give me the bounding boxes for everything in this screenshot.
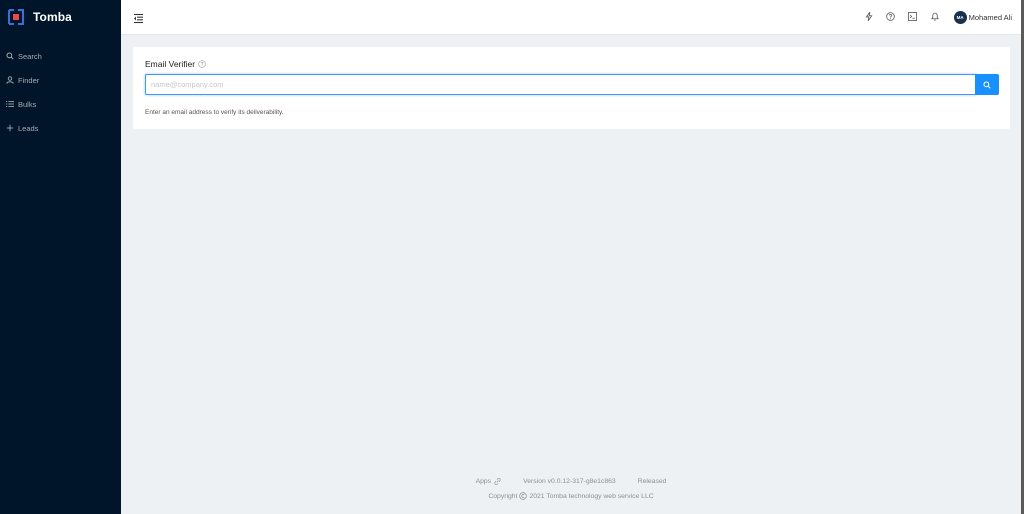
sidebar: Tomba Search Finder Bulks Leads <box>0 0 121 514</box>
search-icon <box>983 77 991 92</box>
header-icons <box>864 12 939 21</box>
verify-search-button[interactable] <box>975 74 999 95</box>
avatar: MA <box>953 11 967 24</box>
sidebar-item-search[interactable]: Search <box>0 44 121 68</box>
copyright: Copyright 2021 Tomba technology web serv… <box>121 492 1021 500</box>
menu-fold-icon[interactable] <box>133 11 144 24</box>
email-verifier-card: Email Verifier Enter an email address to… <box>133 47 1010 129</box>
top-header: MA Mohamed Ali <box>121 0 1021 35</box>
bell-icon[interactable] <box>930 12 939 21</box>
link-icon <box>494 478 501 485</box>
app-name: Tomba <box>33 10 72 24</box>
sidebar-menu: Search Finder Bulks Leads <box>0 44 121 140</box>
logo[interactable]: Tomba <box>8 9 72 25</box>
copyright-icon <box>519 492 528 500</box>
terminal-icon[interactable] <box>908 12 917 21</box>
helper-text: Enter an email address to verify its del… <box>145 109 284 116</box>
sidebar-item-leads[interactable]: Leads <box>0 116 121 140</box>
question-circle-icon[interactable] <box>198 60 206 68</box>
user-menu[interactable]: MA Mohamed Ali <box>953 11 1012 24</box>
email-search-row <box>145 74 999 95</box>
footer-links: Apps Version v0.0.12-317-g8e1c863 Releas… <box>121 478 1021 485</box>
sidebar-item-label: Bulks <box>18 99 37 109</box>
sidebar-item-finder[interactable]: Finder <box>0 68 121 92</box>
user-name: Mohamed Ali <box>968 13 1012 22</box>
sidebar-item-label: Finder <box>18 75 40 85</box>
lightning-icon[interactable] <box>864 12 873 21</box>
version-text: Version v0.0.12-317-g8e1c863 <box>523 478 616 485</box>
copyright-text: 2021 Tomba technology web service LLC <box>529 492 654 500</box>
apps-link[interactable]: Apps <box>476 478 502 485</box>
sidebar-item-bulks[interactable]: Bulks <box>0 92 121 116</box>
tomba-logo-icon <box>8 9 24 25</box>
page-title: Email Verifier <box>145 59 196 69</box>
footer: Apps Version v0.0.12-317-g8e1c863 Releas… <box>121 478 1021 500</box>
user-icon <box>5 76 14 85</box>
sidebar-item-label: Leads <box>18 123 39 133</box>
plus-icon <box>5 124 14 133</box>
list-icon <box>5 100 14 109</box>
email-input[interactable] <box>145 74 975 95</box>
app-window: Tomba Search Finder Bulks Leads MA Moham… <box>0 0 1021 514</box>
released-link[interactable]: Released <box>638 478 667 485</box>
apps-label: Apps <box>475 478 492 485</box>
sidebar-item-label: Search <box>18 51 42 61</box>
card-title-row: Email Verifier <box>145 59 206 69</box>
copyright-prefix: Copyright <box>488 492 518 500</box>
question-icon[interactable] <box>886 12 895 21</box>
search-icon <box>5 52 14 61</box>
